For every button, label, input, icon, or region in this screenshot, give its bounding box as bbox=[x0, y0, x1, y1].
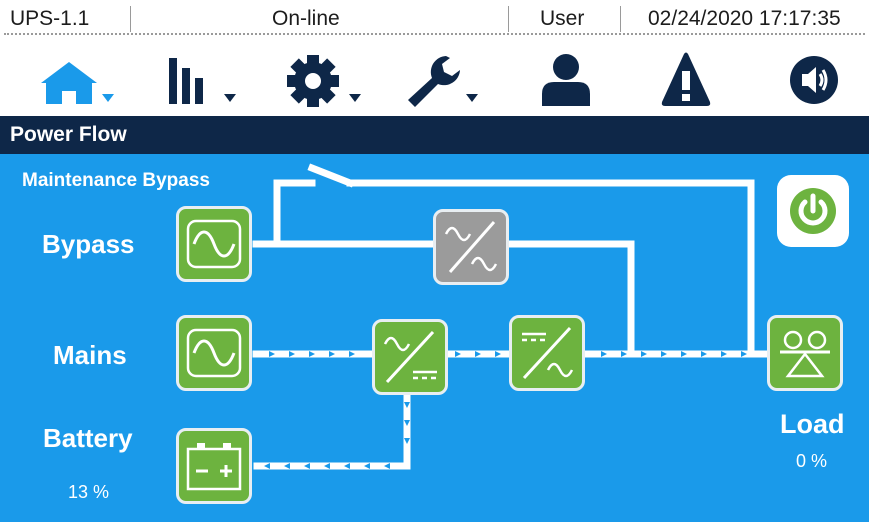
nav-alarms[interactable] bbox=[640, 36, 750, 116]
inverter-block[interactable] bbox=[509, 315, 585, 391]
battery-block[interactable] bbox=[176, 428, 252, 504]
bypass-label: Bypass bbox=[42, 229, 135, 259]
static-switch-block[interactable] bbox=[433, 209, 509, 285]
battery-label: Battery bbox=[43, 423, 133, 453]
load-block[interactable] bbox=[767, 315, 843, 391]
load-level: 0 % bbox=[796, 451, 828, 471]
status-underline bbox=[4, 33, 865, 35]
main-nav bbox=[0, 36, 869, 116]
warning-icon bbox=[661, 52, 711, 106]
operating-mode: On-line bbox=[272, 7, 340, 30]
bar-chart-icon bbox=[169, 58, 236, 104]
date-time: 02/24/2020 17:17:35 bbox=[648, 7, 841, 30]
load-label: Load bbox=[780, 409, 845, 439]
user-icon bbox=[542, 54, 590, 106]
status-divider bbox=[508, 6, 509, 32]
nav-maintenance[interactable] bbox=[388, 36, 498, 116]
nav-home[interactable] bbox=[20, 36, 130, 116]
nav-settings[interactable] bbox=[265, 36, 375, 116]
page-title: Power Flow bbox=[0, 116, 869, 154]
home-icon bbox=[41, 62, 114, 104]
load-icon bbox=[780, 330, 830, 378]
rectifier-icon bbox=[383, 330, 437, 384]
status-divider bbox=[620, 6, 621, 32]
ac-sine-icon bbox=[186, 219, 242, 269]
status-bar: UPS-1.1 On-line User 02/24/2020 17:17:35 bbox=[0, 0, 869, 36]
gear-icon bbox=[287, 55, 361, 107]
mains-source-block[interactable] bbox=[176, 315, 252, 391]
inverter-icon bbox=[522, 326, 574, 380]
device-name: UPS-1.1 bbox=[10, 7, 90, 30]
nav-sound[interactable] bbox=[766, 36, 869, 116]
user-label[interactable]: User bbox=[540, 7, 584, 31]
power-on-button[interactable] bbox=[777, 175, 849, 247]
ac-ac-converter-icon bbox=[444, 221, 498, 273]
ac-sine-icon bbox=[186, 328, 242, 378]
nav-statistics[interactable] bbox=[140, 36, 250, 116]
battery-level: 13 % bbox=[68, 482, 110, 502]
maintenance-bypass-label: Maintenance Bypass bbox=[22, 170, 210, 191]
speaker-icon bbox=[790, 56, 838, 104]
power-flow-panel: Maintenance Bypass Bypass Mains Battery … bbox=[0, 154, 869, 522]
nav-user[interactable] bbox=[520, 36, 630, 116]
wrench-icon bbox=[408, 56, 478, 107]
battery-icon bbox=[186, 443, 242, 491]
bypass-source-block[interactable] bbox=[176, 206, 252, 282]
mains-label: Mains bbox=[53, 340, 127, 370]
rectifier-block[interactable] bbox=[372, 319, 448, 395]
status-divider bbox=[130, 6, 131, 32]
power-icon bbox=[790, 188, 836, 234]
